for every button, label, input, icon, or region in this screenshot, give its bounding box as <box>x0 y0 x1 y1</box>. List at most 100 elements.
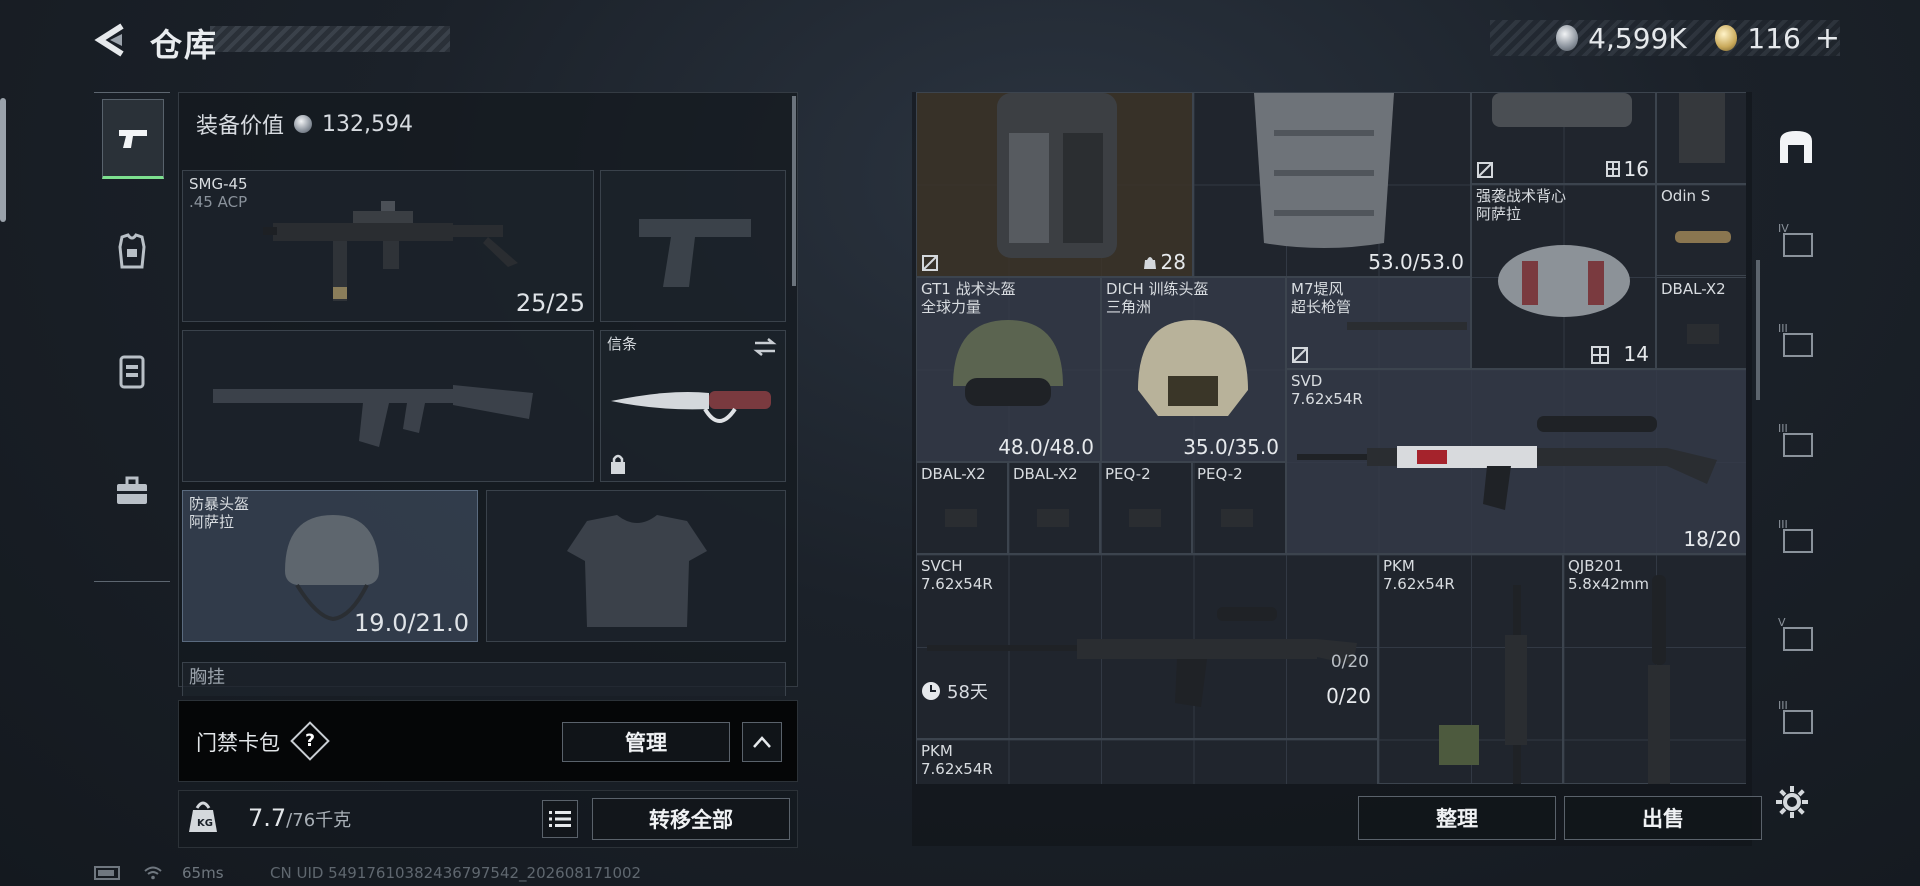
helmet-slot[interactable]: 防暴头盔 阿萨拉 19.0/21.0 <box>182 490 478 642</box>
stash-item[interactable]: QJB201 5.8x42mm <box>1563 554 1746 784</box>
gold-coin-icon <box>1715 25 1738 51</box>
tab-stash-5[interactable]: V <box>1766 604 1826 664</box>
collapse-button[interactable] <box>742 722 782 762</box>
stash-grid: 28 53.0/53.0 16 强袭战术背心 阿萨拉 14 Odin S GT1 … <box>916 92 1746 784</box>
item-name: Odin S <box>1661 187 1711 205</box>
pistol-silhouette-icon <box>639 219 751 287</box>
weight-current: 7.7 <box>248 804 287 832</box>
stash-item[interactable]: Odin S <box>1656 184 1746 276</box>
scope-image <box>1675 231 1731 243</box>
briefcase-icon <box>117 476 147 504</box>
side-scroll-marker <box>0 98 6 222</box>
gear-icon[interactable] <box>1774 784 1810 820</box>
stash-item[interactable]: PKM 7.62x54R <box>1378 554 1563 784</box>
item-name: PEQ-2 <box>1105 465 1151 483</box>
riot-helmet-image <box>285 515 379 622</box>
slots-icon <box>1605 161 1620 177</box>
tab-stash-3b[interactable]: III <box>1766 410 1826 470</box>
sort-button[interactable]: 整理 <box>1358 796 1556 840</box>
helmet-name: 防暴头盔 <box>189 495 250 513</box>
armor-slot[interactable] <box>486 490 786 642</box>
swap-icon[interactable] <box>753 337 777 357</box>
item-name: SVD <box>1291 372 1323 390</box>
armor-silhouette-icon <box>567 515 707 627</box>
stash-item[interactable]: SVD 7.62x54R 18/20 <box>1286 369 1746 554</box>
secondary-weapon-slot[interactable] <box>182 330 594 482</box>
list-view-button[interactable] <box>542 800 578 838</box>
item-value: 14 <box>1623 342 1649 366</box>
stash-item[interactable]: GT1 战术头盔 全球力量 48.0/48.0 <box>916 277 1101 462</box>
stash-page-icon: III <box>1778 322 1813 357</box>
transfer-all-button[interactable]: 转移全部 <box>592 798 790 840</box>
helmet-sub: 阿萨拉 <box>189 513 235 531</box>
stash-item[interactable]: 强袭战术背心 阿萨拉 14 <box>1471 184 1656 369</box>
item-sub: 阿萨拉 <box>1476 205 1522 223</box>
equip-value-label: 装备价值 <box>196 114 285 139</box>
sell-button[interactable]: 出售 <box>1564 796 1762 840</box>
weight-value: 7.7/76千克 <box>248 804 351 832</box>
loadout-tabs <box>94 92 170 582</box>
stash-page-icon: III <box>1778 518 1813 553</box>
item-value: 0/20 <box>1326 684 1371 708</box>
list-icon <box>549 811 571 827</box>
item-value: 53.0/53.0 <box>1368 250 1464 274</box>
tab-weapons[interactable] <box>102 99 164 179</box>
stash-item[interactable]: 16 <box>1471 92 1656 184</box>
stash-item[interactable]: DBAL-X2 <box>1008 462 1100 554</box>
equipment-scrollbar[interactable] <box>792 96 796 286</box>
stash-item[interactable]: 53.0/53.0 <box>1193 92 1471 277</box>
manage-button[interactable]: 管理 <box>562 722 730 762</box>
item-value: 16 <box>1623 157 1649 181</box>
rifle-silhouette-icon <box>213 385 533 447</box>
stash-page-icon: III <box>1778 699 1813 734</box>
stash-item[interactable]: SVCH 7.62x54R 58天 0/20 0/20 <box>916 554 1378 739</box>
chest-rig-icon <box>119 355 145 389</box>
item-name: 强袭战术背心 <box>1476 187 1567 205</box>
tab-armor[interactable] <box>102 213 162 289</box>
item-name: PKM <box>921 742 953 760</box>
tab-chest-rig[interactable] <box>102 333 162 409</box>
status-bar: 65ms <box>94 864 224 882</box>
silver-amount: 4,599K <box>1588 21 1687 55</box>
tab-stash-3c[interactable]: III <box>1766 506 1826 566</box>
stash-item[interactable]: PKM 7.62x54R <box>916 739 1378 784</box>
stash-home-icon <box>1780 131 1812 163</box>
lock-icon <box>611 454 625 474</box>
primary-weapon-slot[interactable]: SMG-45 .45 ACP 25/25 <box>182 170 594 322</box>
tab-stash-3a[interactable]: III <box>1766 310 1826 370</box>
tab-stash-4[interactable]: IV <box>1766 210 1826 270</box>
gold-amount: 116 <box>1747 21 1801 55</box>
stash-item[interactable]: DICH 训练头盔 三角洲 35.0/35.0 <box>1101 277 1286 462</box>
stash-item[interactable]: PEQ-2 <box>1192 462 1286 554</box>
pistol-slot[interactable] <box>600 170 786 322</box>
stash-item[interactable] <box>1656 92 1746 184</box>
slots-icon <box>1591 346 1609 364</box>
training-helmet-image <box>1138 320 1248 416</box>
smg-image <box>263 201 518 301</box>
stash-item[interactable]: DBAL-X2 <box>1656 277 1746 369</box>
chest-rig-slot[interactable]: 胸挂 <box>182 662 786 696</box>
stash-item[interactable]: DBAL-X2 <box>916 462 1008 554</box>
user-uid: CN UID 54917610382436797542_202608171002 <box>270 864 642 882</box>
weight-kg-icon: KG <box>189 801 217 832</box>
stash-item[interactable]: M7堤风 超长枪管 <box>1286 277 1471 369</box>
stash-page-icon: V <box>1778 616 1813 651</box>
stash-item[interactable]: PEQ-2 <box>1100 462 1192 554</box>
stash-scrollbar[interactable] <box>1756 260 1760 400</box>
tab-backpack[interactable] <box>102 453 162 529</box>
tab-stash-3d[interactable]: III <box>1766 692 1826 742</box>
ping: 65ms <box>182 864 224 882</box>
add-currency-button[interactable]: + <box>1815 21 1840 56</box>
laser-module-image <box>945 509 977 527</box>
item-name: DBAL-X2 <box>1661 280 1726 298</box>
tab-all-stash[interactable] <box>1766 116 1826 176</box>
back-arrow-icon[interactable] <box>92 22 132 58</box>
stash-tabs: IV III III III V III <box>1766 110 1826 750</box>
body-armor-image <box>1254 93 1394 248</box>
melee-slot[interactable]: 信条 <box>600 330 786 482</box>
stash-page-icon: IV <box>1778 222 1813 257</box>
weight-max: /76千克 <box>286 810 352 831</box>
page-title: 仓库 <box>150 26 219 64</box>
stash-item[interactable]: 28 <box>916 92 1193 277</box>
laser-module-image <box>1687 324 1719 344</box>
